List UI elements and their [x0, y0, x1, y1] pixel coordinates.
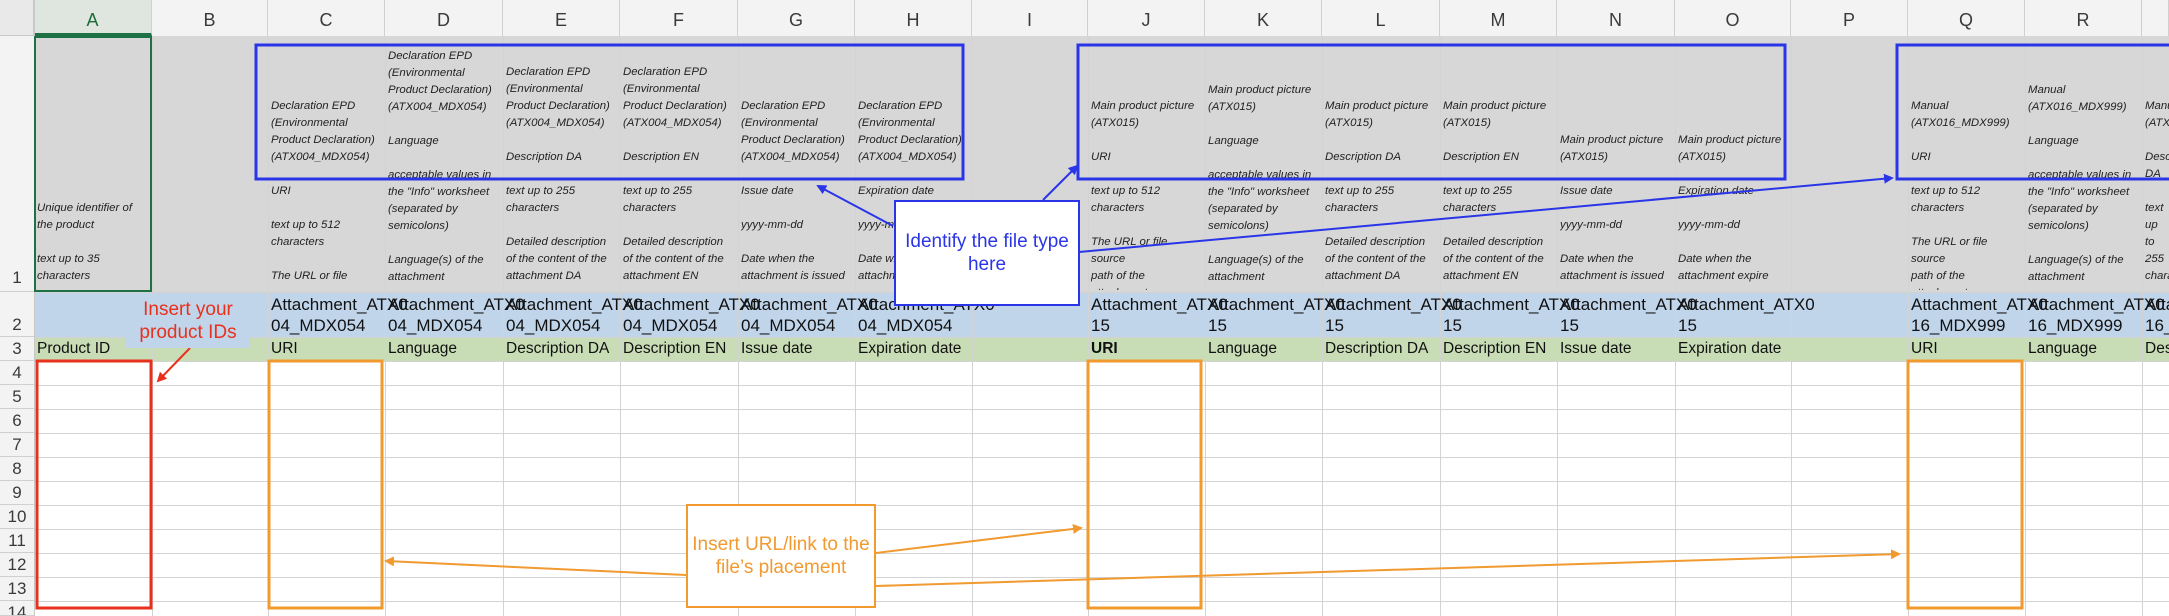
- manual-group-highlight: [1895, 43, 2169, 181]
- product-id-column-highlight: [35, 359, 153, 610]
- callout-file-type: Identify the file type here: [894, 200, 1080, 306]
- spreadsheet[interactable]: { "columns": ["A","B","C","D","E","F","G…: [0, 0, 2169, 616]
- arrow-to-manual: [1078, 173, 1894, 253]
- arrow-to-uri-j: [875, 524, 1083, 554]
- arrow-to-uri-q: [875, 549, 1901, 587]
- callout-url: Insert URL/link to the file’s placement: [686, 504, 876, 608]
- arrow-to-product-id: [156, 347, 191, 383]
- uri-column-c-highlight: [267, 359, 384, 610]
- annotation-overlay: [35, 43, 2169, 610]
- uri-column-q-highlight: [1906, 359, 2024, 610]
- arrow-to-main-picture: [1042, 164, 1079, 201]
- callout-product-ids: Insert your product IDs: [126, 294, 250, 348]
- arrow-to-epd: [816, 185, 894, 227]
- epd-group-highlight: [254, 43, 965, 181]
- arrow-to-uri-c: [384, 556, 687, 576]
- main-picture-group-highlight: [1076, 43, 1787, 181]
- uri-column-j-highlight: [1086, 359, 1203, 610]
